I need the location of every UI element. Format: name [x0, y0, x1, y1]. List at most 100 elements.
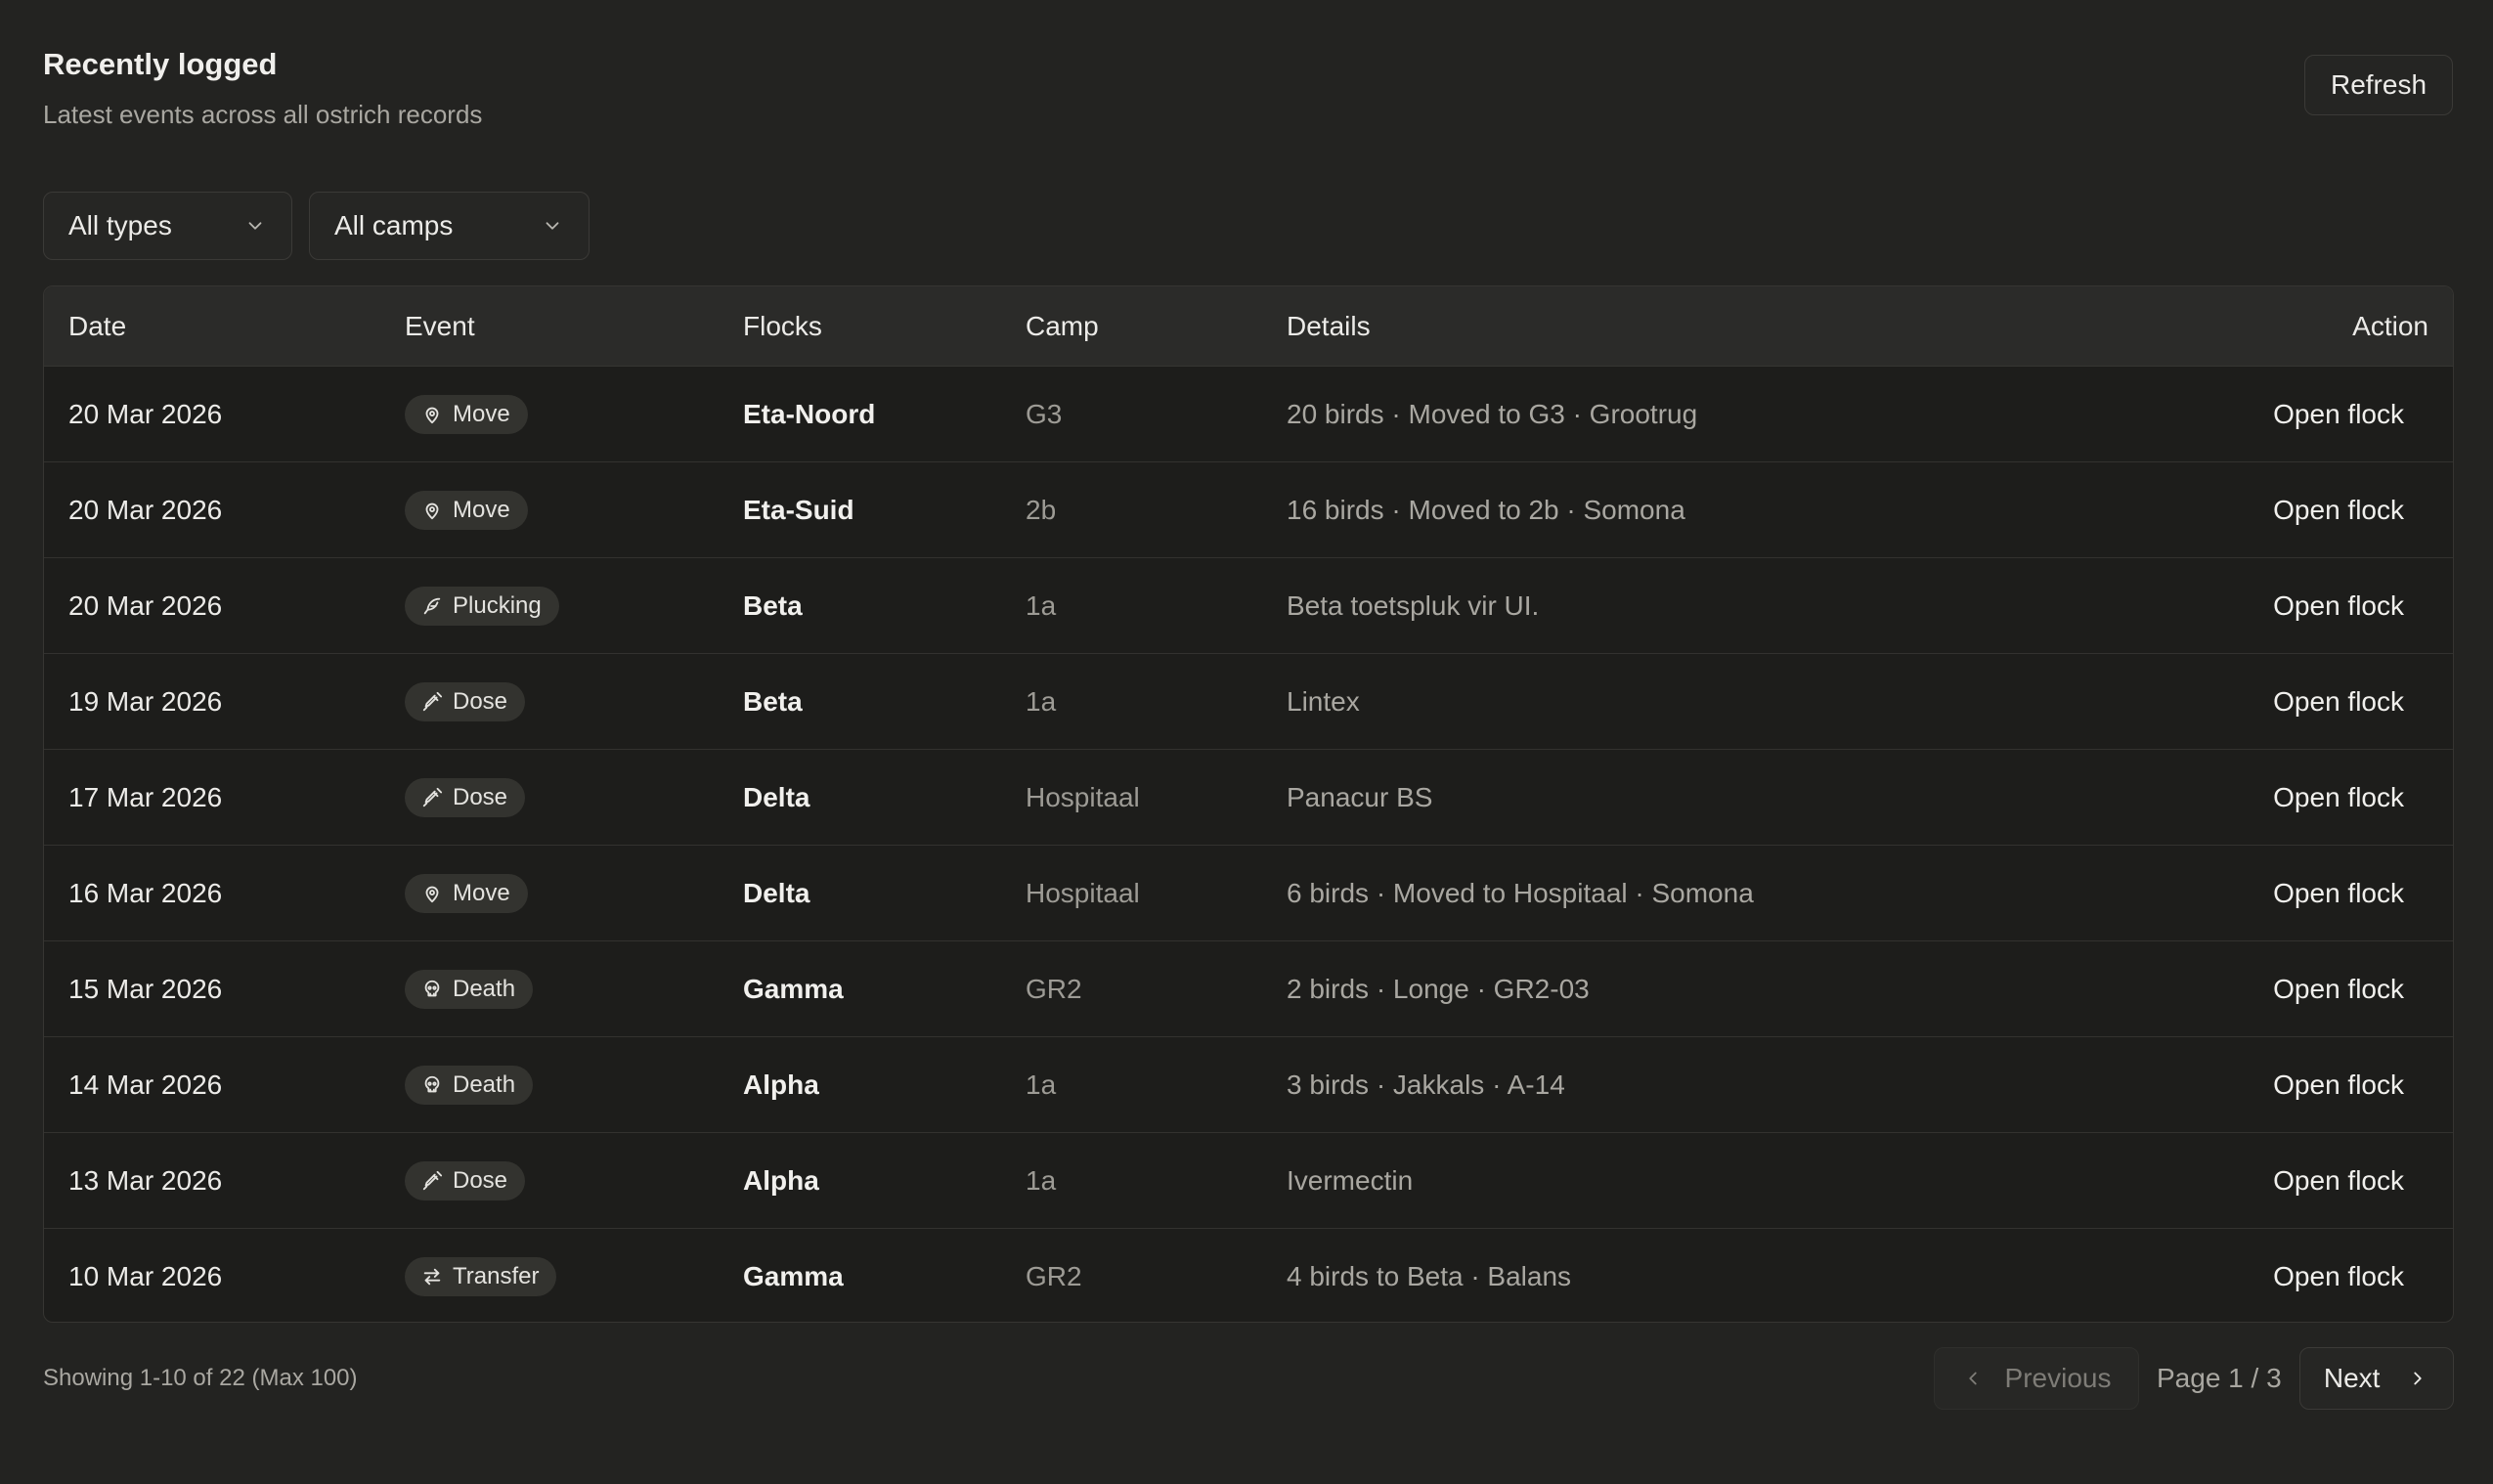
column-header-flocks[interactable]: Flocks	[743, 311, 822, 342]
open-flock-button[interactable]: Open flock	[2273, 399, 2404, 430]
event-badge-label: Move	[453, 400, 510, 427]
feather-icon	[423, 597, 441, 614]
row-date: 16 Mar 2026	[68, 877, 223, 908]
event-type-select[interactable]: All types	[43, 192, 292, 260]
event-badge: Plucking	[405, 586, 559, 626]
row-details: 2 birds · Longe · GR2-03	[1287, 973, 1590, 1004]
open-flock-button[interactable]: Open flock	[2273, 590, 2404, 622]
previous-page-button[interactable]: Previous	[1934, 1347, 2139, 1410]
open-flock-button[interactable]: Open flock	[2273, 1069, 2404, 1101]
event-cell: Transfer	[405, 1257, 557, 1296]
event-cell: Dose	[405, 777, 526, 817]
event-badge-label: Plucking	[453, 591, 542, 619]
row-camp: 1a	[1026, 1164, 1057, 1196]
next-page-button[interactable]: Next	[2298, 1347, 2454, 1410]
chevron-left-icon	[1968, 1372, 1977, 1385]
table-row: 20 Mar 2026 Move Eta-Suid 2b 16 birds · Move…	[44, 462, 2453, 558]
map-pin-icon	[425, 407, 439, 423]
syringe-icon	[422, 787, 443, 807]
row-camp: GR2	[1026, 1261, 1082, 1291]
event-cell: Dose	[405, 681, 526, 721]
row-details: 20 birds · Moved to G3 · Grootrug	[1287, 398, 1698, 429]
row-camp: 1a	[1026, 1069, 1057, 1100]
row-flock: Eta-Suid	[743, 494, 854, 525]
open-flock-button[interactable]: Open flock	[2273, 495, 2404, 526]
event-badge-label: Dose	[453, 783, 508, 810]
chevron-down-icon	[546, 222, 559, 230]
next-page-label: Next	[2323, 1363, 2381, 1393]
header: Recently logged Latest events across all…	[43, 47, 482, 130]
event-badge: Move	[405, 490, 528, 530]
row-date: 15 Mar 2026	[68, 973, 223, 1004]
event-cell: Death	[405, 1065, 534, 1105]
row-camp: 1a	[1026, 685, 1057, 717]
filter-bar: All types All camps	[43, 192, 590, 260]
row-details: Lintex	[1287, 685, 1360, 717]
results-count: Showing 1-10 of 22 (Max 100)	[43, 1365, 358, 1391]
table-row: 20 Mar 2026 Move Eta-Noord G3 20 birds · Mov…	[44, 367, 2453, 462]
open-flock-button[interactable]: Open flock	[2273, 1165, 2404, 1197]
open-flock-button[interactable]: Open flock	[2273, 782, 2404, 813]
table-body: 20 Mar 2026 Move Eta-Noord G3 20 birds · Mov…	[44, 367, 2453, 1322]
row-flock: Gamma	[743, 973, 844, 1004]
page-indicator: Page 1 / 3	[2157, 1363, 2282, 1393]
row-camp: 1a	[1026, 589, 1057, 621]
map-pin-icon	[425, 502, 439, 519]
previous-page-label: Previous	[2004, 1363, 2112, 1393]
table-row: 14 Mar 2026 Death Alpha 1a 3 birds · Jakkals…	[44, 1037, 2453, 1133]
row-date: 20 Mar 2026	[68, 494, 223, 525]
row-flock: Eta-Noord	[743, 398, 876, 429]
row-details: 6 birds · Moved to Hospitaal · Somona	[1287, 877, 1754, 908]
row-flock: Gamma	[743, 1261, 844, 1291]
events-table: Date Event Flocks Camp Details Action 20…	[43, 285, 2454, 1323]
column-header-details[interactable]: Details	[1287, 311, 1371, 342]
row-details: 3 birds · Jakkals · A-14	[1287, 1069, 1565, 1100]
chevron-down-icon	[248, 222, 262, 230]
event-type-select-value: All types	[68, 210, 172, 240]
row-details: 16 birds · Moved to 2b · Somona	[1287, 494, 1685, 525]
event-badge-label: Death	[453, 975, 516, 1002]
row-date: 13 Mar 2026	[68, 1164, 223, 1196]
column-header-event[interactable]: Event	[405, 311, 475, 342]
event-badge-label: Dose	[453, 687, 508, 715]
table-row: 19 Mar 2026 Dose Beta 1a Lintex Open flock	[44, 654, 2453, 750]
syringe-icon	[422, 1170, 443, 1190]
row-details: Panacur BS	[1287, 781, 1433, 812]
event-badge-label: Death	[453, 1070, 516, 1098]
row-date: 20 Mar 2026	[68, 589, 223, 621]
refresh-button[interactable]: Refresh	[2304, 55, 2453, 115]
table-row: 17 Mar 2026 Dose Delta Hospitaal Panacur BS O…	[44, 750, 2453, 846]
event-badge: Move	[405, 873, 528, 913]
skull-icon	[424, 1075, 440, 1092]
event-badge-label: Move	[453, 879, 510, 906]
row-camp: Hospitaal	[1026, 781, 1140, 812]
table-row: 10 Mar 2026 Transfer Gamma GR2 4 birds to Be…	[44, 1229, 2453, 1322]
row-camp: G3	[1026, 398, 1063, 429]
row-flock: Beta	[743, 685, 803, 717]
open-flock-button[interactable]: Open flock	[2273, 686, 2404, 718]
column-header-date[interactable]: Date	[68, 311, 126, 342]
open-flock-button[interactable]: Open flock	[2273, 974, 2404, 1005]
row-details: 4 birds to Beta · Balans	[1287, 1261, 1572, 1291]
page-subtitle: Latest events across all ostrich records	[43, 100, 483, 129]
row-date: 10 Mar 2026	[68, 1261, 223, 1291]
row-flock: Alpha	[743, 1069, 819, 1100]
table-row: 13 Mar 2026 Dose Alpha 1a Ivermectin Open flo…	[44, 1133, 2453, 1229]
row-flock: Alpha	[743, 1164, 819, 1196]
row-flock: Delta	[743, 781, 810, 812]
row-date: 14 Mar 2026	[68, 1069, 223, 1100]
open-flock-button[interactable]: Open flock	[2273, 878, 2404, 909]
column-header-camp[interactable]: Camp	[1026, 311, 1099, 342]
event-badge-label: Move	[453, 496, 510, 523]
event-badge: Death	[405, 969, 534, 1009]
table-row: 15 Mar 2026 Death Gamma GR2 2 birds · Longe …	[44, 941, 2453, 1037]
event-cell: Move	[405, 873, 528, 913]
event-badge: Death	[405, 1065, 534, 1105]
camp-select-value: All camps	[334, 210, 454, 240]
event-badge-label: Dose	[453, 1166, 508, 1194]
map-pin-icon	[425, 886, 439, 902]
open-flock-button[interactable]: Open flock	[2273, 1261, 2404, 1292]
table-row: 20 Mar 2026 Plucking Beta 1a Beta toetspluk …	[44, 558, 2453, 654]
chevron-right-icon	[2414, 1372, 2423, 1385]
camp-select[interactable]: All camps	[309, 192, 590, 260]
